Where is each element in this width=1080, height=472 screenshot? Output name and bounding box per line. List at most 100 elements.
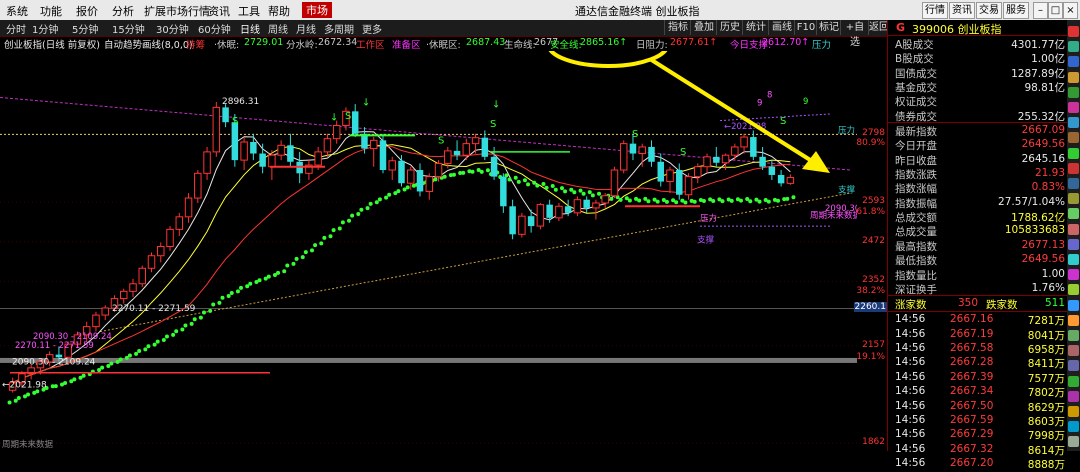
life-line-dot xyxy=(146,344,151,349)
bottom-range-label: 2090.30 - 2109.24 xyxy=(12,358,96,368)
candlestick-chart[interactable]: 2896.31 2270.11 - 2271.59 2090.30 - 2109.2… xyxy=(0,51,857,451)
tool-icon[interactable] xyxy=(1068,86,1079,98)
tool-icon[interactable] xyxy=(1068,41,1079,53)
tool-icon[interactable] xyxy=(1068,390,1079,402)
tool-icon[interactable] xyxy=(1068,162,1079,174)
life-line-dot xyxy=(578,188,583,193)
candle-body xyxy=(147,255,156,269)
candle-body xyxy=(546,204,553,218)
life-line-dot xyxy=(587,190,592,195)
menu-item-help[interactable]: 帮助 xyxy=(268,3,290,19)
signal-s-marker: S xyxy=(490,119,496,130)
tool-icon[interactable] xyxy=(1068,269,1079,281)
tool-icon[interactable] xyxy=(1068,193,1079,205)
tool-icon[interactable] xyxy=(1068,56,1079,68)
period-tab-timeshare[interactable]: 分时 xyxy=(6,21,26,36)
tool-icon[interactable] xyxy=(1068,299,1079,311)
tick-row: 14:56 2667.16 7281万 xyxy=(888,312,1068,327)
quote-button[interactable]: 行情 xyxy=(922,2,948,19)
candle-body xyxy=(777,174,785,184)
tool-icon[interactable] xyxy=(1068,360,1079,372)
menu-item-ext-market[interactable]: 扩展市场行情 xyxy=(144,3,210,19)
candle-body xyxy=(407,169,415,184)
stats-button[interactable]: 统计 xyxy=(742,20,769,35)
tool-icon[interactable] xyxy=(1068,406,1079,417)
candle-body xyxy=(166,228,174,248)
legend-item: 日阻力: xyxy=(636,40,668,51)
period-tab-multi[interactable]: 多周期 xyxy=(324,21,354,36)
tool-icon[interactable] xyxy=(1068,147,1079,159)
maximize-icon[interactable]: □ xyxy=(1048,2,1063,19)
window-title: 通达信金融终端 创业板指 xyxy=(575,5,700,18)
group-code: G xyxy=(896,21,906,34)
tool-icon[interactable] xyxy=(1068,314,1079,326)
period-tab-1min[interactable]: 1分钟 xyxy=(32,21,58,36)
tool-icon[interactable] xyxy=(1068,71,1079,83)
service-button[interactable]: 服务 xyxy=(1003,2,1029,19)
tool-icon[interactable] xyxy=(1068,345,1079,357)
tool-icon[interactable] xyxy=(1068,178,1079,189)
tool-icon[interactable] xyxy=(1068,375,1079,387)
tool-icon[interactable] xyxy=(1068,223,1079,235)
quote-row: 债券成交 255.32亿 xyxy=(888,108,1068,123)
mark-button[interactable]: 标记 xyxy=(816,20,841,35)
menu-item-analysis[interactable]: 分析 xyxy=(112,3,134,19)
period-tab-monthly[interactable]: 月线 xyxy=(296,21,316,36)
menu-item-function[interactable]: 功能 xyxy=(40,3,62,19)
future-data-label: 周期未来数据 xyxy=(2,439,54,450)
menu-item-tools[interactable]: 工具 xyxy=(238,3,260,19)
period-tab-daily[interactable]: 日线 xyxy=(240,21,260,36)
menu-item-quote[interactable]: 报价 xyxy=(76,3,98,19)
period-tab-60min[interactable]: 60分钟 xyxy=(198,21,231,36)
menu-item-news[interactable]: 资讯 xyxy=(208,3,230,19)
news-button[interactable]: 资讯 xyxy=(949,2,975,19)
legend-item: 分水岭: xyxy=(286,40,318,51)
draw-line-button[interactable]: 画线 xyxy=(768,20,795,35)
life-line-dot xyxy=(581,191,586,196)
tool-icon[interactable] xyxy=(1068,208,1079,220)
close-icon[interactable]: × xyxy=(1063,2,1078,19)
tick-time: 14:56 xyxy=(895,413,926,426)
tool-icon[interactable] xyxy=(1068,102,1079,113)
history-button[interactable]: 历史 xyxy=(716,20,743,35)
period-tab-30min[interactable]: 30分钟 xyxy=(156,21,189,36)
tool-icon[interactable] xyxy=(1068,238,1079,250)
candle-body xyxy=(592,202,600,209)
tool-icon[interactable] xyxy=(1068,117,1079,129)
period-tab-more[interactable]: 更多 xyxy=(362,21,382,36)
f10-button[interactable]: F10 xyxy=(794,20,817,35)
back-button[interactable]: 返回 xyxy=(868,20,889,35)
fib-pct-tick: 19.1% xyxy=(856,351,885,362)
tool-icon[interactable] xyxy=(1068,132,1079,144)
life-line-dot xyxy=(433,177,438,182)
period-tab-15min[interactable]: 15分钟 xyxy=(112,21,145,36)
candle-body xyxy=(369,139,378,150)
tick-time: 14:56 xyxy=(895,457,926,470)
candle-body xyxy=(500,176,507,207)
candle-body xyxy=(129,283,137,292)
tool-icon[interactable] xyxy=(1068,330,1079,341)
period-tab-5min[interactable]: 5分钟 xyxy=(72,21,98,36)
indicator-button[interactable]: 指标 xyxy=(664,20,691,35)
tool-icon[interactable] xyxy=(1068,436,1079,448)
fib-pct-tick: 80.9% xyxy=(856,138,885,149)
trade-button[interactable]: 交易 xyxy=(976,2,1002,19)
tool-icon[interactable] xyxy=(1068,26,1079,37)
life-line-dot xyxy=(300,255,305,260)
period-tab-weekly[interactable]: 周线 xyxy=(268,21,288,36)
sequence-number: 2270.11 - 2271.59 xyxy=(15,341,94,351)
minimize-icon[interactable]: – xyxy=(1033,2,1048,19)
add-watchlist-button[interactable]: +自选 xyxy=(840,20,869,48)
tool-icon[interactable] xyxy=(1068,254,1079,265)
menu-item-market[interactable]: 市场 xyxy=(302,2,332,18)
tick-time: 14:56 xyxy=(895,356,926,369)
overlay-button[interactable]: 叠加 xyxy=(690,20,717,35)
life-line-dot xyxy=(63,380,68,385)
sequence-number: 9 xyxy=(757,99,762,109)
candle-body xyxy=(731,146,739,156)
tick-list[interactable]: 14:56 2667.16 7281万 14:56 2667.19 8041万 14:56 2… xyxy=(888,311,1068,471)
tool-icon[interactable] xyxy=(1068,284,1079,296)
tool-icon[interactable] xyxy=(1068,421,1079,433)
menu-item-system[interactable]: 系统 xyxy=(6,3,28,19)
quote-row: 基金成交 98.81亿 xyxy=(888,79,1068,94)
